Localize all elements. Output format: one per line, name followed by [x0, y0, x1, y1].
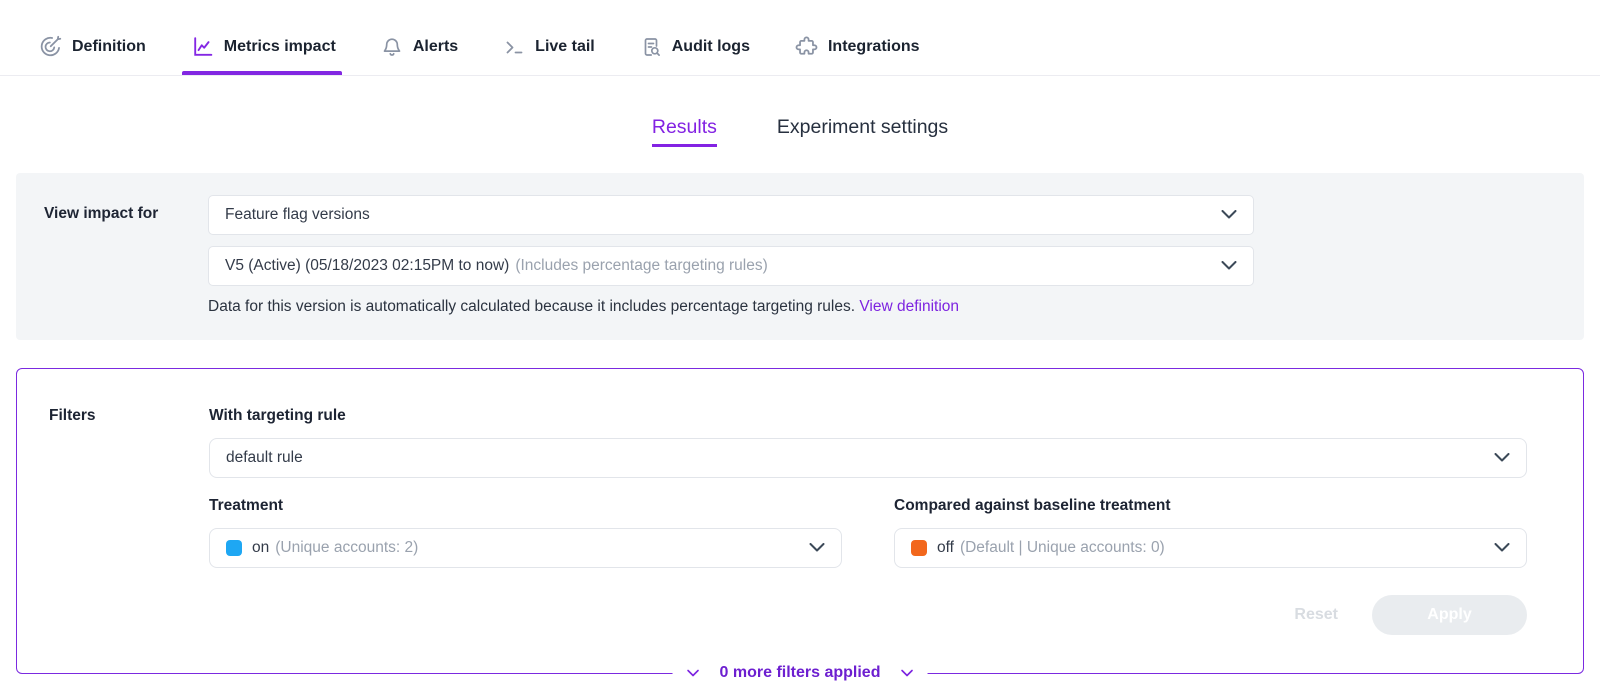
flag-version-hint: (Includes percentage targeting rules) — [515, 257, 767, 275]
treatment-value: on — [252, 539, 269, 557]
tab-label: Audit logs — [672, 38, 750, 56]
baseline-hint: (Default | Unique accounts: 0) — [960, 539, 1165, 557]
baseline-color-chip — [911, 540, 927, 556]
more-filters-label: 0 more filters applied — [720, 664, 881, 682]
view-definition-link[interactable]: View definition — [859, 298, 959, 315]
more-filters-toggle[interactable]: 0 more filters applied — [673, 662, 928, 684]
definition-icon — [38, 34, 63, 59]
tab-label: Metrics impact — [224, 38, 336, 56]
tab-live-tail[interactable]: Live tail — [500, 35, 597, 75]
version-helper-text: Data for this version is automatically c… — [208, 298, 855, 315]
reset-button[interactable]: Reset — [1294, 606, 1338, 624]
tab-definition[interactable]: Definition — [36, 34, 148, 75]
treatment-select[interactable]: on (Unique accounts: 2) — [209, 528, 842, 568]
top-navigation: Definition Metrics impact Alerts Live ta… — [0, 0, 1600, 76]
tab-audit-logs[interactable]: Audit logs — [637, 35, 752, 75]
tab-label: Integrations — [828, 38, 920, 56]
apply-button[interactable]: Apply — [1372, 595, 1527, 635]
alerts-bell-icon — [380, 35, 404, 59]
audit-logs-document-search-icon — [639, 35, 663, 59]
impact-type-select[interactable]: Feature flag versions — [208, 195, 1254, 235]
treatment-label: Treatment — [209, 497, 842, 515]
tab-label: Live tail — [535, 38, 595, 56]
targeting-rule-value: default rule — [226, 449, 303, 467]
treatment-hint: (Unique accounts: 2) — [275, 539, 418, 557]
view-impact-label: View impact for — [44, 195, 208, 316]
tab-metrics-impact[interactable]: Metrics impact — [188, 34, 338, 75]
flag-version-select[interactable]: V5 (Active) (05/18/2023 02:15PM to now) … — [208, 246, 1254, 286]
chevron-down-icon — [1494, 539, 1510, 557]
chevron-down-icon — [1494, 449, 1510, 467]
impact-type-value: Feature flag versions — [225, 206, 370, 224]
chevron-down-icon — [1221, 206, 1237, 224]
targeting-rule-label: With targeting rule — [209, 407, 1527, 425]
tab-alerts[interactable]: Alerts — [378, 35, 460, 75]
chevron-down-icon — [687, 664, 700, 682]
tab-integrations[interactable]: Integrations — [792, 34, 922, 75]
metrics-impact-icon — [190, 34, 215, 59]
treatment-color-chip — [226, 540, 242, 556]
live-tail-terminal-icon — [502, 35, 526, 59]
chevron-down-icon — [809, 539, 825, 557]
filters-panel: Filters With targeting rule default rule… — [16, 368, 1584, 674]
chevron-down-icon — [900, 664, 913, 682]
results-subtabs: Results Experiment settings — [0, 116, 1600, 147]
chevron-down-icon — [1221, 257, 1237, 275]
flag-version-value: V5 (Active) (05/18/2023 02:15PM to now) — [225, 257, 509, 275]
tab-label: Alerts — [413, 38, 458, 56]
baseline-value: off — [937, 539, 954, 557]
integrations-puzzle-icon — [794, 34, 819, 59]
subtab-results[interactable]: Results — [652, 116, 717, 147]
baseline-treatment-select[interactable]: off (Default | Unique accounts: 0) — [894, 528, 1527, 568]
tab-label: Definition — [72, 38, 146, 56]
view-impact-panel: View impact for Feature flag versions V5… — [16, 173, 1584, 340]
baseline-treatment-label: Compared against baseline treatment — [894, 497, 1527, 515]
subtab-experiment-settings[interactable]: Experiment settings — [777, 116, 948, 147]
targeting-rule-select[interactable]: default rule — [209, 438, 1527, 478]
filters-label: Filters — [49, 407, 209, 635]
